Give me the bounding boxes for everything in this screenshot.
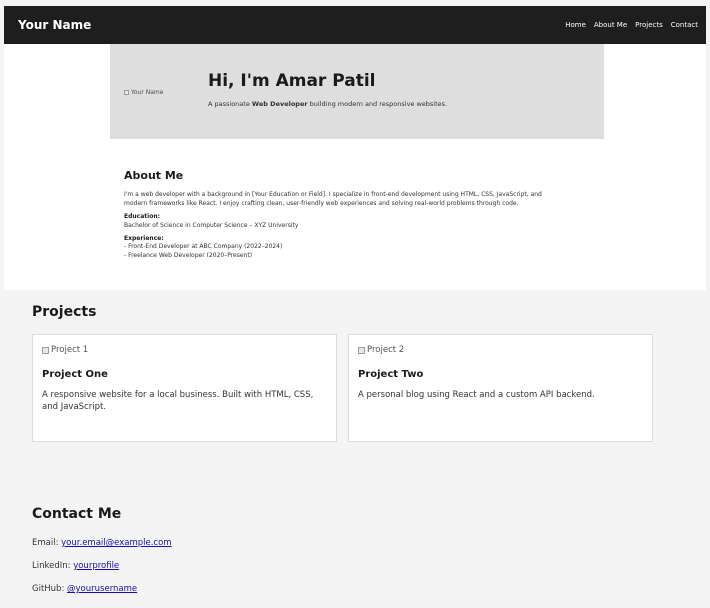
contact-linkedin: LinkedIn: yourprofile bbox=[32, 561, 119, 571]
project-image: Project 1 bbox=[42, 345, 327, 355]
nav-link-projects[interactable]: Projects bbox=[635, 21, 663, 29]
top-navbar: Your Name Home About Me Projects Contact bbox=[4, 6, 706, 44]
brand-name[interactable]: Your Name bbox=[18, 18, 91, 32]
hero-subtitle: A passionate Web Developer building mode… bbox=[208, 100, 447, 108]
about-section: About Me I'm a web developer with a back… bbox=[124, 168, 594, 265]
hero-subtitle-prefix: A passionate bbox=[208, 100, 252, 108]
education-label: Education: bbox=[124, 213, 160, 221]
projects-heading: Projects bbox=[32, 304, 97, 320]
project-description: A responsive website for a local busines… bbox=[42, 390, 314, 412]
about-heading: About Me bbox=[124, 169, 184, 182]
linkedin-link[interactable]: yourprofile bbox=[73, 561, 119, 571]
nav-link-contact[interactable]: Contact bbox=[671, 21, 698, 29]
education-block: Education: Bachelor of Science in Comput… bbox=[124, 213, 594, 230]
project-image: Project 2 bbox=[358, 345, 643, 355]
github-link[interactable]: @yourusername bbox=[67, 584, 137, 594]
project-image-alt: Project 2 bbox=[367, 345, 405, 355]
contact-github: GitHub: @yourusername bbox=[32, 584, 137, 594]
education-value: Bachelor of Science in Computer Science … bbox=[124, 221, 299, 229]
hero-subtitle-suffix: building modern and responsive websites. bbox=[307, 100, 448, 108]
linkedin-label: LinkedIn: bbox=[32, 561, 74, 571]
experience-item: - Front-End Developer at ABC Company (20… bbox=[124, 243, 283, 251]
project-title: Project Two bbox=[358, 369, 424, 380]
broken-image-icon bbox=[42, 346, 49, 354]
nav-link-about[interactable]: About Me bbox=[594, 21, 627, 29]
hero-section: Your Name Hi, I'm Amar Patil A passionat… bbox=[110, 44, 604, 139]
project-card-2[interactable]: Project 2 Project Two A personal blog us… bbox=[348, 334, 653, 442]
hero-title: Hi, I'm Amar Patil bbox=[208, 71, 376, 91]
contact-email: Email: your.email@example.com bbox=[32, 538, 172, 548]
project-image-alt: Project 1 bbox=[51, 345, 89, 355]
profile-image: Your Name bbox=[124, 89, 163, 96]
nav-link-home[interactable]: Home bbox=[565, 21, 586, 29]
about-intro-line-1: I'm a web developer with a background in… bbox=[124, 191, 542, 199]
about-intro-line-2: modern frameworks like React. I enjoy cr… bbox=[124, 199, 519, 207]
broken-image-icon bbox=[358, 346, 365, 354]
email-link[interactable]: your.email@example.com bbox=[61, 538, 171, 548]
experience-label: Experience: bbox=[124, 234, 164, 242]
contact-heading: Contact Me bbox=[32, 506, 122, 522]
project-card-1[interactable]: Project 1 Project One A responsive websi… bbox=[32, 334, 337, 442]
profile-image-alt: Your Name bbox=[131, 89, 164, 96]
broken-image-icon bbox=[124, 90, 129, 95]
github-label: GitHub: bbox=[32, 584, 68, 594]
hero-subtitle-role: Web Developer bbox=[251, 100, 308, 108]
about-intro: I'm a web developer with a background in… bbox=[124, 191, 594, 208]
email-label: Email: bbox=[32, 538, 62, 548]
project-description: A personal blog using React and a custom… bbox=[358, 390, 595, 400]
nav-links: Home About Me Projects Contact bbox=[565, 21, 698, 29]
experience-item: - Freelance Web Developer (2020–Present) bbox=[124, 251, 253, 259]
experience-block: Experience: - Front-End Developer at ABC… bbox=[124, 235, 594, 260]
project-title: Project One bbox=[42, 369, 108, 380]
